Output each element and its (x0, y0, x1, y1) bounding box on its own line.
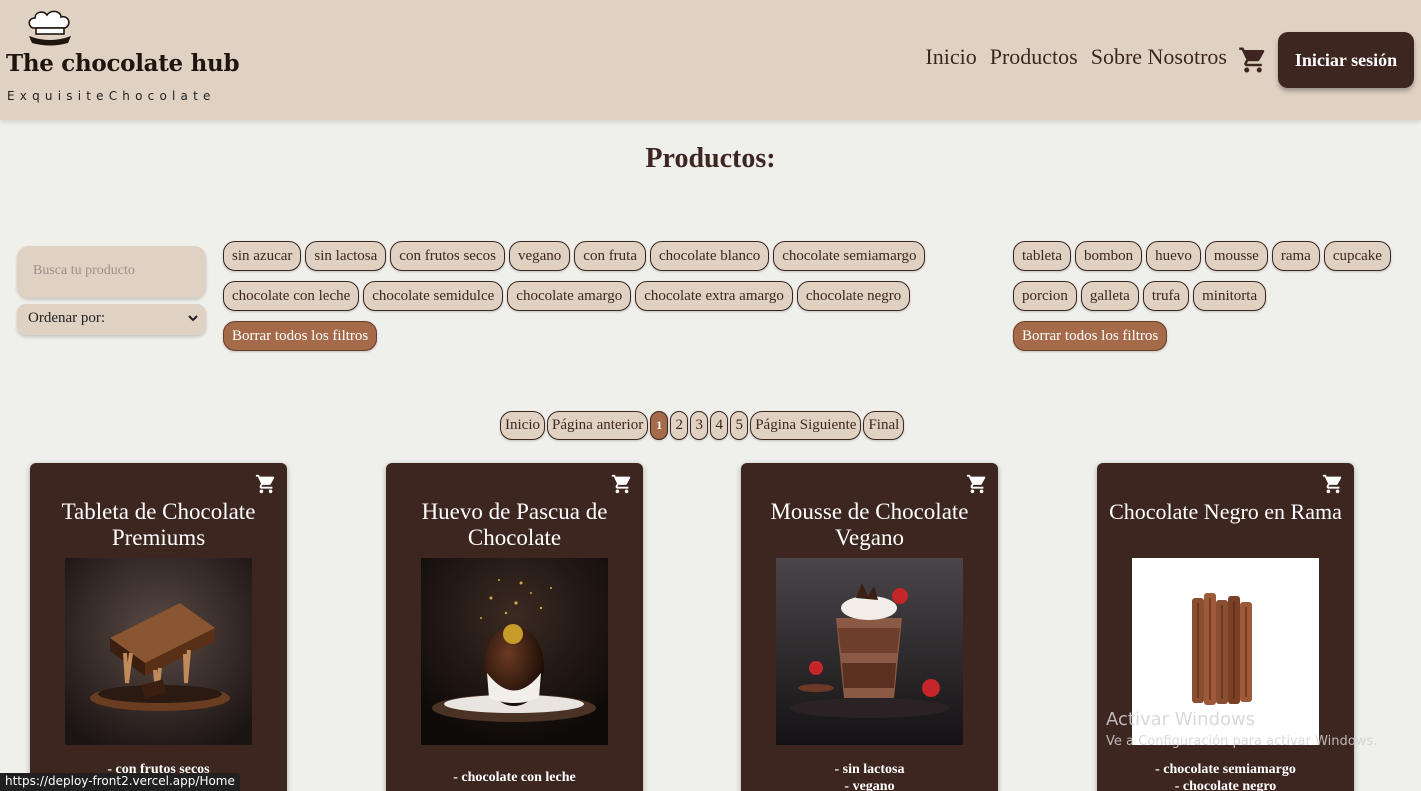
logo[interactable]: The chocolate hub ExquisiteChocolate (4, 10, 240, 110)
product-image (65, 558, 252, 745)
site-header: The chocolate hub ExquisiteChocolate Ini… (0, 0, 1421, 120)
filter-chip[interactable]: chocolate con leche (223, 281, 360, 311)
page-number-button[interactable]: 2 (670, 411, 689, 440)
product-card[interactable]: Huevo de Pascua de Chocolate - chocolate… (386, 463, 643, 791)
filter-chip[interactable]: bombon (1074, 241, 1143, 271)
sort-select-label: Ordenar por: (28, 310, 106, 326)
chef-hat-icon (28, 10, 71, 46)
product-image (776, 558, 963, 745)
brand-name: The chocolate hub (6, 50, 240, 77)
filter-chip[interactable]: vegano (508, 241, 571, 271)
filter-chip[interactable]: chocolate negro (796, 281, 911, 311)
nav-productos[interactable]: Productos (990, 44, 1078, 70)
filter-chip[interactable]: chocolate blanco (650, 241, 770, 271)
product-title: Huevo de Pascua de Chocolate (421, 499, 608, 550)
add-to-cart-icon[interactable] (255, 473, 277, 495)
clear-filters-button[interactable]: Borrar todos los filtros (1013, 321, 1168, 351)
product-title: Chocolate Negro en Rama (1109, 499, 1342, 524)
watermark-subtitle: Ve a Configuración para activar Windows. (1106, 734, 1378, 749)
filter-chip[interactable]: sin azucar (223, 241, 302, 271)
filter-chip[interactable]: tableta (1013, 241, 1071, 271)
product-tag: - chocolate semiamargo (1155, 762, 1296, 777)
product-tags: - sin lactosa - vegano (741, 761, 998, 791)
search-input[interactable]: Busca tu producto (17, 246, 206, 298)
filter-chip[interactable]: con fruta (574, 241, 647, 271)
product-tag: - chocolate con leche (453, 770, 576, 785)
type-filters: tableta bombon huevo mousse rama cupcake… (1013, 241, 1413, 351)
filter-chip[interactable]: galleta (1080, 281, 1139, 311)
add-to-cart-icon[interactable] (611, 473, 633, 495)
page-first-button[interactable]: Inicio (500, 411, 545, 440)
page-number-button[interactable]: 4 (710, 411, 729, 440)
filter-chip[interactable]: cupcake (1323, 241, 1391, 271)
nav-sobre-nosotros[interactable]: Sobre Nosotros (1091, 44, 1227, 70)
page-next-button[interactable]: Página Siguiente (750, 411, 862, 440)
filter-chip[interactable]: chocolate semiamargo (773, 241, 926, 271)
page-prev-button[interactable]: Página anterior (547, 411, 649, 440)
cart-icon[interactable] (1238, 45, 1268, 75)
product-tag: - vegano (844, 779, 895, 791)
product-tags: - chocolate con leche (386, 769, 643, 786)
login-button[interactable]: Iniciar sesión (1278, 32, 1414, 88)
product-tag: - chocolate negro (1174, 779, 1277, 791)
link-status-bar: https://deploy-front2.vercel.app/Home (0, 773, 240, 791)
main-nav: Inicio Productos Sobre Nosotros (925, 44, 1227, 70)
product-tags: - chocolate semiamargo - chocolate negro (1097, 761, 1354, 791)
flavor-filters: sin azucar sin lactosa con frutos secos … (223, 241, 963, 351)
product-title: Mousse de Chocolate Vegano (770, 499, 969, 550)
product-card[interactable]: Tableta de Chocolate Premiums - con frut… (30, 463, 287, 791)
filter-chip[interactable]: rama (1271, 241, 1320, 271)
filter-chip[interactable]: huevo (1146, 241, 1201, 271)
product-image (421, 558, 608, 745)
page-number-button[interactable]: 5 (730, 411, 749, 440)
filter-chip[interactable]: minitorta (1193, 281, 1267, 311)
page-last-button[interactable]: Final (863, 411, 905, 440)
filter-chip[interactable]: chocolate amargo (507, 281, 632, 311)
filter-chip[interactable]: chocolate semidulce (363, 281, 504, 311)
product-tag: - sin lactosa (834, 762, 905, 777)
brand-tagline: ExquisiteChocolate (7, 89, 216, 103)
add-to-cart-icon[interactable] (1322, 473, 1344, 495)
page-number-button[interactable]: 1 (650, 411, 669, 440)
filter-chip[interactable]: con frutos secos (390, 241, 505, 271)
windows-activation-watermark: Activar Windows Ve a Configuración para … (1106, 709, 1377, 749)
nav-inicio[interactable]: Inicio (925, 44, 976, 70)
sort-select[interactable]: Ordenar por: (17, 304, 206, 335)
filter-chip[interactable]: chocolate extra amargo (635, 281, 793, 311)
filter-chip[interactable]: trufa (1142, 281, 1190, 311)
filter-chip[interactable]: porcion (1013, 281, 1077, 311)
pagination: Inicio Página anterior 1 2 3 4 5 Página … (500, 411, 905, 440)
product-title: Tableta de Chocolate Premiums (61, 499, 256, 550)
filter-chip[interactable]: sin lactosa (305, 241, 387, 271)
watermark-title: Activar Windows (1106, 709, 1256, 730)
chevron-down-icon (188, 315, 198, 322)
product-card[interactable]: Mousse de Chocolate Vegano - sin lactosa… (741, 463, 998, 791)
page-number-button[interactable]: 3 (690, 411, 709, 440)
add-to-cart-icon[interactable] (966, 473, 988, 495)
page-title: Productos: (645, 143, 776, 174)
filter-chip[interactable]: mousse (1204, 241, 1268, 271)
clear-filters-button[interactable]: Borrar todos los filtros (223, 321, 378, 351)
